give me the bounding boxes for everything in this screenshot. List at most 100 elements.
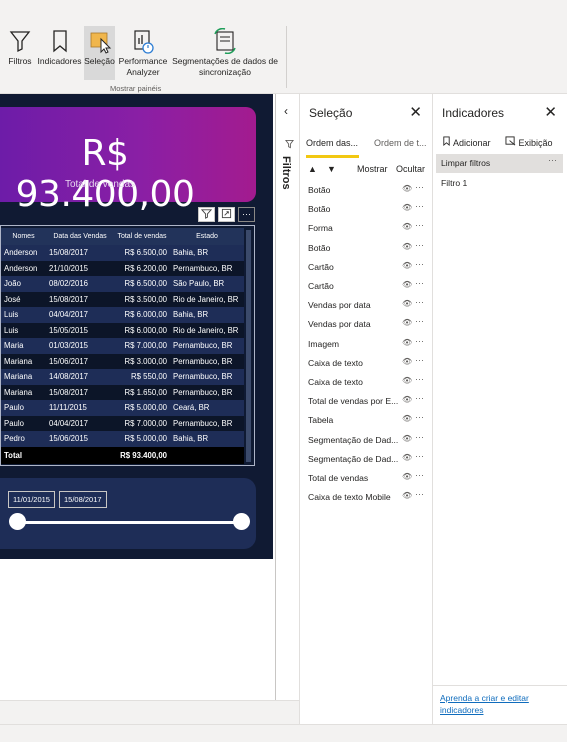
visibility-eye-icon[interactable]: 👁 xyxy=(402,472,412,481)
column-header-total[interactable]: Total de vendas xyxy=(114,228,170,245)
filters-pane-collapsed[interactable]: ‹ Filtros xyxy=(275,94,299,700)
filter-icon[interactable] xyxy=(198,207,215,222)
hide-all-button[interactable]: Ocultar xyxy=(396,164,425,174)
more-options-icon[interactable]: ··· xyxy=(415,355,424,365)
selection-list-item[interactable]: Caixa de texto 👁 ··· xyxy=(308,355,432,373)
show-all-button[interactable]: Mostrar xyxy=(357,164,388,174)
focus-mode-icon[interactable] xyxy=(218,207,235,222)
table-row[interactable]: Mariana 15/08/2017 R$ 1.650,00 Pernambuco, … xyxy=(1,384,244,400)
more-options-icon[interactable]: ··· xyxy=(415,470,424,480)
slicer-end-handle[interactable] xyxy=(233,513,250,530)
tab-layer-order[interactable]: Ordem das... xyxy=(306,138,358,148)
selection-list-item[interactable]: Botão 👁 ··· xyxy=(308,182,432,200)
date-slicer[interactable]: 11/01/2015 15/08/2017 xyxy=(0,478,256,549)
tab-tab-order[interactable]: Ordem de t... xyxy=(374,138,427,148)
visibility-eye-icon[interactable]: 👁 xyxy=(402,184,412,193)
selection-list-item[interactable]: Total de vendas por E... 👁 ··· xyxy=(308,393,432,411)
visibility-eye-icon[interactable]: 👁 xyxy=(402,357,412,366)
visibility-eye-icon[interactable]: 👁 xyxy=(402,261,412,270)
table-row[interactable]: Paulo 04/04/2017 R$ 7.000,00 Pernambuco, BR xyxy=(1,415,244,431)
selection-list-item[interactable]: Caixa de texto 👁 ··· xyxy=(308,374,432,392)
selection-list-item[interactable]: Total de vendas 👁 ··· xyxy=(308,470,432,488)
more-options-icon[interactable]: ··· xyxy=(548,155,557,165)
table-row[interactable]: Luis 04/04/2017 R$ 6.000,00 Bahia, BR xyxy=(1,307,244,323)
bookmark-item[interactable]: Filtro 1 xyxy=(436,174,563,193)
table-row[interactable]: Mariana 14/08/2017 R$ 550,00 Pernambuco, BR xyxy=(1,369,244,385)
selection-list-item[interactable]: Botão 👁 ··· xyxy=(308,201,432,219)
performance-analyzer-button[interactable]: Performance Analyzer xyxy=(116,26,170,80)
more-options-icon[interactable]: ··· xyxy=(415,316,424,326)
report-canvas[interactable]: R$ 93.400,00 Total de vendas ··· Nomes D… xyxy=(0,94,275,700)
add-bookmark-button[interactable]: Adicionar xyxy=(442,136,491,148)
slicer-start-handle[interactable] xyxy=(9,513,26,530)
more-options-icon[interactable]: ··· xyxy=(415,432,424,442)
visibility-eye-icon[interactable]: 👁 xyxy=(402,299,412,308)
selection-list-item[interactable]: Segmentação de Dad... 👁 ··· xyxy=(308,451,432,469)
selection-list-item[interactable]: Vendas por data 👁 ··· xyxy=(308,316,432,334)
table-row[interactable]: Paulo 11/11/2015 R$ 5.000,00 Ceará, BR xyxy=(1,400,244,416)
more-options-icon[interactable]: ··· xyxy=(415,278,424,288)
chevron-left-icon[interactable]: ‹ xyxy=(284,104,288,118)
more-options-icon[interactable]: ··· xyxy=(415,201,424,211)
table-row[interactable]: Anderson 15/08/2017 R$ 6.500,00 Bahia, BR xyxy=(1,245,244,261)
table-row[interactable]: Anderson 21/10/2015 R$ 6.200,00 Pernambuco,… xyxy=(1,260,244,276)
selection-list-item[interactable]: Botão 👁 ··· xyxy=(308,240,432,258)
table-row[interactable]: João 08/02/2016 R$ 6.500,00 São Paulo, BR xyxy=(1,276,244,292)
selection-list-item[interactable]: Segmentação de Dad... 👁 ··· xyxy=(308,432,432,450)
more-options-icon[interactable]: ··· xyxy=(415,259,424,269)
more-options-icon[interactable]: ··· xyxy=(415,336,424,346)
bookmark-item[interactable]: Limpar filtros ··· xyxy=(436,154,563,173)
move-down-icon[interactable]: ▼ xyxy=(327,164,336,174)
column-header-nomes[interactable]: Nomes xyxy=(1,228,46,245)
visibility-eye-icon[interactable]: 👁 xyxy=(402,491,412,500)
close-icon[interactable]: ✕ xyxy=(544,103,557,121)
more-options-icon[interactable]: ··· xyxy=(415,220,424,230)
more-options-icon[interactable]: ··· xyxy=(415,412,424,422)
sync-slicers-button[interactable]: Segmentações de dados de sincronização xyxy=(170,26,280,80)
selection-list-item[interactable]: Imagem 👁 ··· xyxy=(308,336,432,354)
selection-pane-button[interactable]: Seleção xyxy=(84,26,115,80)
table-row[interactable]: José 15/08/2017 R$ 3.500,00 Rio de Janeiro,… xyxy=(1,291,244,307)
visibility-eye-icon[interactable]: 👁 xyxy=(402,242,412,251)
filters-pane-button[interactable]: Filtros xyxy=(5,26,35,80)
visibility-eye-icon[interactable]: 👁 xyxy=(402,203,412,212)
visibility-eye-icon[interactable]: 👁 xyxy=(402,338,412,347)
visibility-eye-icon[interactable]: 👁 xyxy=(402,453,412,462)
more-options-icon[interactable]: ··· xyxy=(415,451,424,461)
table-row[interactable]: Pedro 15/06/2015 R$ 5.000,00 Bahia, BR xyxy=(1,431,244,447)
visibility-eye-icon[interactable]: 👁 xyxy=(402,395,412,404)
more-options-icon[interactable]: ··· xyxy=(415,297,424,307)
selection-list-item[interactable]: Vendas por data 👁 ··· xyxy=(308,297,432,315)
visibility-eye-icon[interactable]: 👁 xyxy=(402,318,412,327)
table-row[interactable]: Mariana 15/06/2017 R$ 3.000,00 Pernambuco, … xyxy=(1,353,244,369)
visibility-eye-icon[interactable]: 👁 xyxy=(402,222,412,231)
view-bookmarks-button[interactable]: Exibição xyxy=(505,136,553,148)
selection-list-item[interactable]: Cartão 👁 ··· xyxy=(308,259,432,277)
learn-bookmarks-link[interactable]: Aprenda a criar e editar indicadores xyxy=(440,693,560,716)
more-options-icon[interactable]: ··· xyxy=(415,374,424,384)
bookmarks-pane-button[interactable]: Indicadores xyxy=(36,26,83,80)
more-options-icon[interactable]: ··· xyxy=(415,240,424,250)
visibility-eye-icon[interactable]: 👁 xyxy=(402,280,412,289)
table-row[interactable]: Maria 01/03/2015 R$ 7.000,00 Pernambuco, BR xyxy=(1,338,244,354)
slicer-end-date[interactable]: 15/08/2017 xyxy=(59,491,107,508)
close-icon[interactable]: ✕ xyxy=(409,103,422,121)
kpi-card[interactable]: R$ 93.400,00 Total de vendas xyxy=(0,107,256,215)
slicer-start-date[interactable]: 11/01/2015 xyxy=(8,491,55,508)
selection-list-item[interactable]: Tabela 👁 ··· xyxy=(308,412,432,430)
filters-pane-label[interactable]: Filtros xyxy=(280,156,292,190)
more-options-icon[interactable]: ··· xyxy=(238,207,255,222)
more-options-icon[interactable]: ··· xyxy=(415,489,424,499)
visibility-eye-icon[interactable]: 👁 xyxy=(402,376,412,385)
move-up-icon[interactable]: ▲ xyxy=(308,164,317,174)
sales-table[interactable]: Nomes Data das Vendas Total de vendas Es… xyxy=(0,225,255,466)
visibility-eye-icon[interactable]: 👁 xyxy=(402,434,412,443)
more-options-icon[interactable]: ··· xyxy=(415,182,424,192)
table-row[interactable]: Luis 15/05/2015 R$ 6.000,00 Rio de Janeiro,… xyxy=(1,322,244,338)
selection-list-item[interactable]: Caixa de texto Mobile 👁 ··· xyxy=(308,489,432,507)
selection-list-item[interactable]: Cartão 👁 ··· xyxy=(308,278,432,296)
column-header-estado[interactable]: Estado xyxy=(170,228,244,245)
column-header-data[interactable]: Data das Vendas xyxy=(46,228,114,245)
more-options-icon[interactable]: ··· xyxy=(415,393,424,403)
table-scrollbar[interactable] xyxy=(246,230,251,462)
